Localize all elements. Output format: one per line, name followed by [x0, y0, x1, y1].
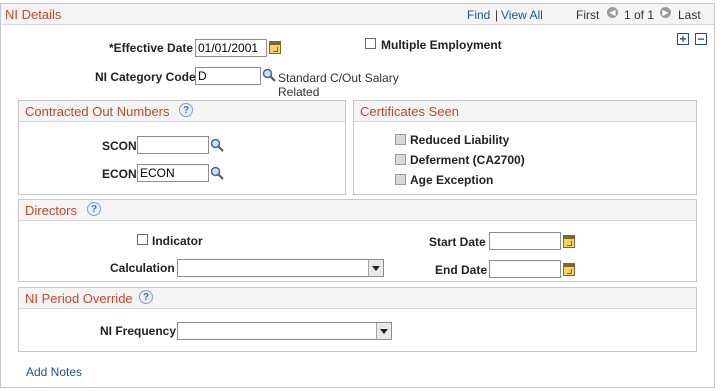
econ-search-icon[interactable] — [210, 166, 224, 180]
ni-category-label: NI Category Code — [95, 70, 196, 84]
ni-frequency-label: NI Frequency — [100, 324, 177, 338]
help-icon[interactable]: ? — [87, 202, 101, 216]
add-row-button[interactable]: + — [677, 33, 689, 45]
end-date-label: End Date — [435, 263, 488, 277]
end-date-input[interactable] — [489, 260, 561, 278]
ni-category-description: Standard C/Out Salary — [278, 71, 399, 85]
reduced-liability-label: Reduced Liability — [410, 133, 510, 147]
ni-details-panel: NI Details Find | View All First ◀ 1 of … — [0, 3, 715, 388]
directors-section: Directors ? Indicator Calculation Start … — [18, 199, 697, 282]
effective-date-calendar-icon[interactable] — [269, 41, 281, 54]
econ-input[interactable]: ECON — [137, 164, 209, 182]
ni-details-header: NI Details Find | View All First ◀ 1 of … — [1, 4, 714, 25]
panel-title: NI Details — [5, 7, 62, 22]
next-arrow-icon[interactable]: ▶ — [660, 7, 671, 18]
find-link[interactable]: Find — [467, 8, 490, 22]
ni-period-override-section: NI Period Override ? NI Frequency — [18, 287, 697, 352]
chevron-down-icon[interactable] — [376, 323, 391, 339]
certificates-seen-section: Certificates Seen Reduced Liability Defe… — [353, 100, 697, 195]
certificates-seen-header: Certificates Seen — [354, 101, 696, 122]
ni-category-description-line2: Related — [278, 85, 320, 99]
add-notes-link[interactable]: Add Notes — [26, 365, 82, 379]
first-label: First — [576, 8, 600, 22]
director-indicator-checkbox[interactable] — [137, 234, 148, 245]
last-label: Last — [678, 8, 701, 22]
age-exception-checkbox[interactable] — [395, 174, 406, 185]
multiple-employment-label: Multiple Employment — [381, 38, 502, 52]
contracted-out-numbers-section: Contracted Out Numbers ? SCON ECON ECON — [18, 100, 346, 195]
calculation-select[interactable] — [177, 259, 384, 277]
deferment-label: Deferment (CA2700) — [410, 153, 525, 167]
effective-date-label: *Effective Date — [109, 41, 194, 55]
directors-header: Directors ? — [19, 200, 696, 221]
director-indicator-label: Indicator — [152, 234, 203, 248]
scon-input[interactable] — [137, 136, 209, 154]
ni-category-input[interactable]: D — [195, 67, 261, 85]
deferment-checkbox[interactable] — [395, 154, 406, 165]
start-date-input[interactable] — [489, 232, 561, 250]
nav-separator: | — [495, 8, 499, 22]
page-info: 1 of 1 — [624, 8, 655, 22]
help-icon[interactable]: ? — [179, 103, 193, 117]
chevron-down-icon[interactable] — [368, 260, 383, 276]
view-all-link[interactable]: View All — [501, 8, 543, 22]
certificates-seen-title: Certificates Seen — [360, 104, 459, 119]
scon-search-icon[interactable] — [210, 138, 224, 152]
ni-period-override-header: NI Period Override ? — [19, 288, 696, 309]
contracted-out-numbers-title: Contracted Out Numbers — [25, 104, 170, 119]
scon-label: SCON — [102, 139, 137, 153]
directors-title: Directors — [25, 203, 78, 218]
age-exception-label: Age Exception — [410, 173, 494, 187]
ni-frequency-select[interactable] — [177, 322, 392, 340]
start-date-calendar-icon[interactable] — [563, 235, 575, 248]
end-date-calendar-icon[interactable] — [563, 263, 575, 276]
ni-category-search-icon[interactable] — [262, 68, 276, 82]
start-date-label: Start Date — [429, 235, 486, 249]
calculation-label: Calculation — [110, 261, 175, 275]
reduced-liability-checkbox[interactable] — [395, 134, 406, 145]
effective-date-input[interactable]: 01/01/2001 — [195, 39, 267, 57]
econ-label: ECON — [102, 167, 137, 181]
contracted-out-numbers-header: Contracted Out Numbers ? — [19, 101, 345, 122]
help-icon[interactable]: ? — [139, 290, 153, 304]
delete-row-button[interactable]: − — [695, 33, 707, 45]
previous-arrow-icon[interactable]: ◀ — [607, 7, 618, 18]
ni-period-override-title: NI Period Override — [25, 291, 133, 306]
multiple-employment-checkbox[interactable] — [365, 38, 376, 49]
